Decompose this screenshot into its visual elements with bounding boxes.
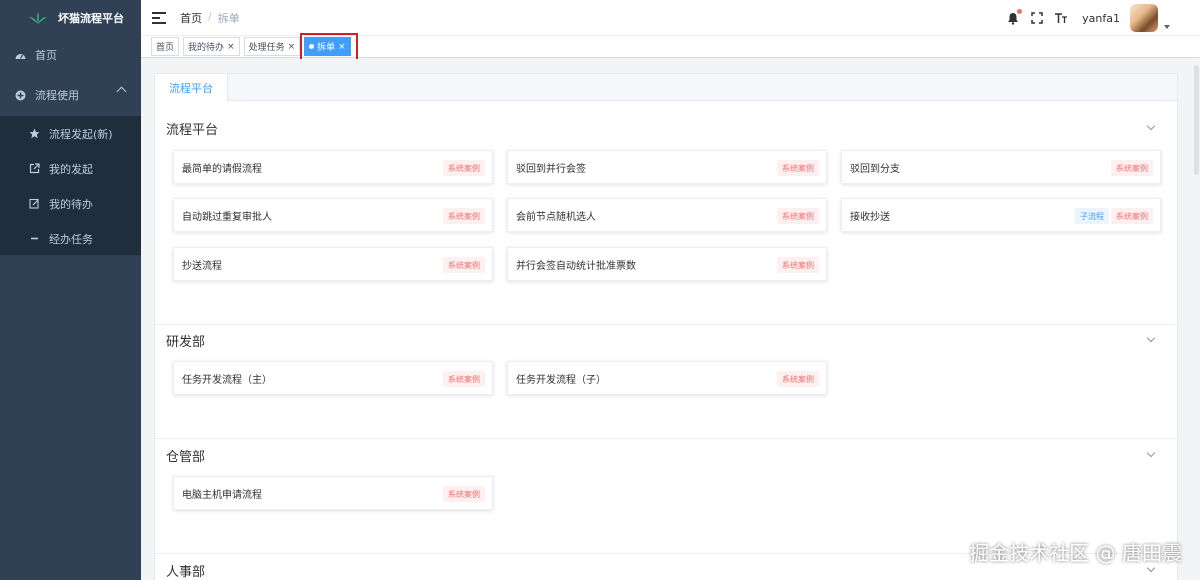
tag-home[interactable]: 首页 <box>151 37 180 56</box>
process-name: 电脑主机申请流程 <box>182 489 262 501</box>
sidebar-item-label: 我的发起 <box>49 162 93 176</box>
system-case-badge: 系统案例 <box>443 208 485 224</box>
sidebar-item-label: 流程发起(新) <box>49 127 113 141</box>
sidebar-item-home[interactable]: 首页 <box>0 36 141 74</box>
system-case-badge: 系统案例 <box>777 257 819 273</box>
system-case-badge: 系统案例 <box>443 371 485 387</box>
close-icon[interactable]: × <box>288 42 296 52</box>
section-title[interactable]: 流程平台 <box>166 116 1166 140</box>
watermark: 掘金技术社区 @ 唐田震 <box>969 541 1182 565</box>
edit-icon <box>28 198 40 210</box>
section-warehouse-dept: 仓管部 电脑主机申请流程 系统案例 <box>155 443 1177 554</box>
tag-label: 处理任务 <box>248 43 285 53</box>
hamburger-icon[interactable] <box>152 11 166 24</box>
chevron-up-icon <box>116 86 127 97</box>
process-name: 驳回到分支 <box>850 163 900 175</box>
navbar-right: yanfa1 <box>1006 0 1170 36</box>
process-card[interactable]: 任务开发流程（主） 系统案例 <box>173 361 493 395</box>
font-size-icon[interactable] <box>1054 11 1068 25</box>
breadcrumb-current: 拆单 <box>217 11 240 25</box>
tag-my-todo[interactable]: 我的待办 × <box>183 37 240 56</box>
app-title: 坏猫流程平台 <box>58 12 124 25</box>
tab-process-platform[interactable]: 流程平台 <box>155 74 228 102</box>
scrollbar[interactable] <box>1192 59 1200 580</box>
section-title[interactable]: 仓管部 <box>166 443 1166 467</box>
username[interactable]: yanfa1 <box>1082 12 1120 25</box>
process-name: 最简单的请假流程 <box>182 163 262 175</box>
section-process-platform: 流程平台 最简单的请假流程 系统案例 驳回到并行会签 系统案例 驳回到分支 系统… <box>155 116 1177 325</box>
sidebar-item-label: 我的待办 <box>49 197 93 211</box>
sidebar-item-handled-tasks[interactable]: 经办任务 <box>0 221 141 256</box>
system-case-badge: 系统案例 <box>443 160 485 176</box>
process-card[interactable]: 驳回到分支 系统案例 <box>841 150 1161 184</box>
section-divider <box>155 438 1177 439</box>
breadcrumb-separator: / <box>208 9 212 23</box>
process-name: 并行会签自动统计批准票数 <box>516 260 636 272</box>
sidebar-item-my-initiated[interactable]: 我的发起 <box>0 151 141 186</box>
close-icon[interactable]: × <box>227 42 235 52</box>
process-card[interactable]: 并行会签自动统计批准票数 系统案例 <box>507 247 827 281</box>
sidebar-item-start-process[interactable]: 流程发起(新) <box>0 116 141 151</box>
notification-dot <box>1017 9 1023 14</box>
process-card[interactable]: 最简单的请假流程 系统案例 <box>173 150 493 184</box>
breadcrumb: 首页 / 拆单 <box>180 10 240 26</box>
process-card[interactable]: 接收抄送 子流程 系统案例 <box>841 198 1161 232</box>
tag-label: 我的待办 <box>188 43 225 53</box>
system-case-badge: 系统案例 <box>777 371 819 387</box>
sidebar-item-my-todo[interactable]: 我的待办 <box>0 186 141 221</box>
system-case-badge: 系统案例 <box>1111 208 1153 224</box>
navbar: 首页 / 拆单 yanfa1 <box>141 0 1200 36</box>
system-case-badge: 系统案例 <box>777 208 819 224</box>
logo[interactable]: 坏猫流程平台 <box>0 0 141 36</box>
bell-icon[interactable] <box>1006 9 1023 25</box>
fullscreen-icon[interactable] <box>1030 11 1044 25</box>
process-card[interactable]: 自动跳过重复审批人 系统案例 <box>173 198 493 232</box>
tag-label: 首页 <box>156 43 175 53</box>
panel-tabs: 流程平台 <box>155 74 1177 102</box>
breadcrumb-home[interactable]: 首页 <box>180 10 202 26</box>
system-case-badge: 系统案例 <box>1111 160 1153 176</box>
sidebar-item-label: 经办任务 <box>49 232 93 246</box>
process-card[interactable]: 会前节点随机选人 系统案例 <box>507 198 827 232</box>
process-card[interactable]: 任务开发流程（子） 系统案例 <box>507 361 827 395</box>
process-name: 驳回到并行会签 <box>516 163 586 175</box>
section-divider <box>155 324 1177 325</box>
plus-circle-icon <box>14 89 26 101</box>
external-link-icon <box>28 163 40 175</box>
process-name: 会前节点随机选人 <box>516 211 596 223</box>
section-rd-dept: 研发部 任务开发流程（主） 系统案例 任务开发流程（子） 系统案例 <box>155 328 1177 439</box>
sidebar-group-process[interactable]: 流程使用 <box>0 74 141 116</box>
sub-process-badge: 子流程 <box>1075 208 1109 224</box>
avatar[interactable] <box>1130 4 1158 32</box>
process-name: 自动跳过重复审批人 <box>182 211 272 223</box>
star-icon <box>28 128 40 140</box>
scrollbar-thumb[interactable] <box>1194 65 1199 175</box>
dashboard-icon <box>14 49 26 61</box>
sidebar: 坏猫流程平台 首页 流程使用 流程发起(新) 我的发起 我的待办 经办任务 <box>0 0 141 580</box>
system-case-badge: 系统案例 <box>777 160 819 176</box>
sidebar-empty-area <box>0 255 141 580</box>
main-content: 流程平台 流程平台 最简单的请假流程 系统案例 驳回到并行会签 系统案例 驳回到… <box>141 59 1200 580</box>
sidebar-submenu: 流程发起(新) 我的发起 我的待办 经办任务 <box>0 116 141 256</box>
caret-down-icon[interactable] <box>1164 25 1170 29</box>
sidebar-item-label: 首页 <box>35 49 57 62</box>
system-case-badge: 系统案例 <box>443 257 485 273</box>
process-card[interactable]: 抄送流程 系统案例 <box>173 247 493 281</box>
process-name: 任务开发流程（子） <box>516 374 606 386</box>
dash-icon <box>28 233 40 245</box>
process-card[interactable]: 驳回到并行会签 系统案例 <box>507 150 827 184</box>
sidebar-group-label: 流程使用 <box>35 89 79 102</box>
process-name: 抄送流程 <box>182 260 222 272</box>
process-card[interactable]: 电脑主机申请流程 系统案例 <box>173 476 493 510</box>
process-name: 接收抄送 <box>850 211 890 223</box>
system-case-badge: 系统案例 <box>443 486 485 502</box>
tag-handle-task[interactable]: 处理任务 × <box>243 37 301 56</box>
process-name: 任务开发流程（主） <box>182 374 272 386</box>
logo-icon <box>29 12 47 24</box>
section-title[interactable]: 研发部 <box>166 328 1166 352</box>
process-panel: 流程平台 流程平台 最简单的请假流程 系统案例 驳回到并行会签 系统案例 驳回到… <box>154 73 1178 580</box>
